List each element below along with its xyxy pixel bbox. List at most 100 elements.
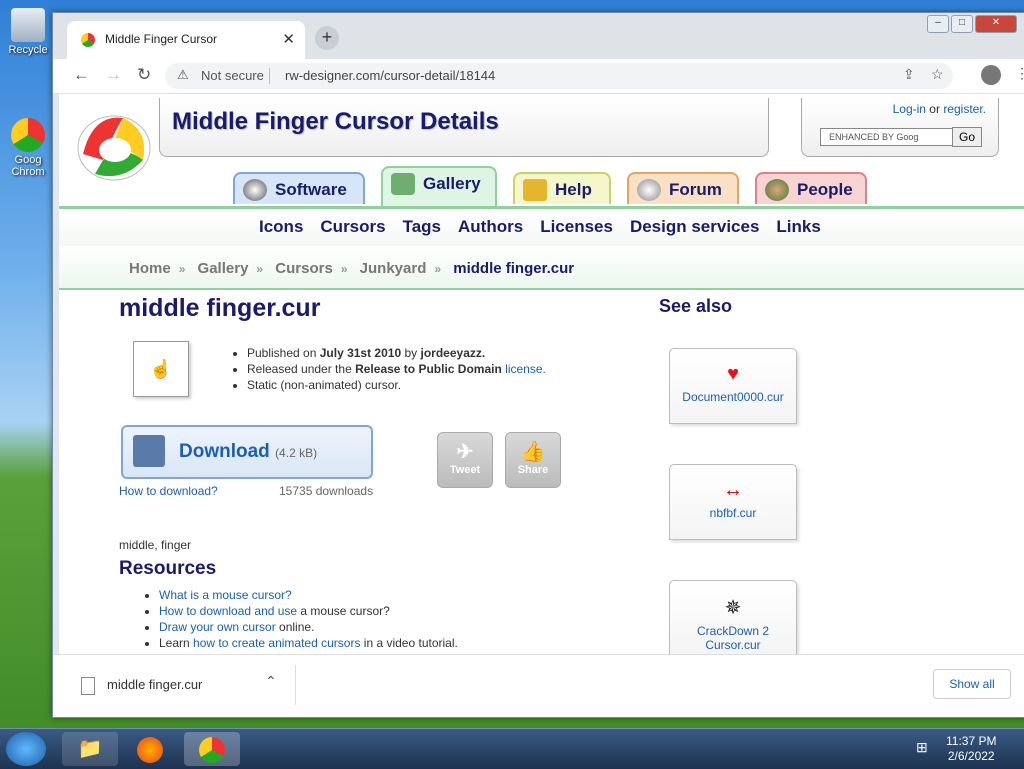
software-disc-icon	[243, 179, 267, 201]
warning-icon: ⚠	[177, 67, 189, 82]
nav-licenses[interactable]: Licenses	[540, 217, 613, 237]
gallery-robot-icon	[391, 173, 415, 195]
crackdown-cursor-icon: ✵	[724, 597, 742, 619]
download-size: (4.2 kB)	[275, 446, 318, 460]
browser-toolbar: ← → ↻ ⚠ Not secure rw-designer.com/curso…	[53, 59, 1024, 94]
see-also-card[interactable]: ↔ nbfbf.cur	[669, 464, 797, 540]
see-also-name[interactable]: Document0000.cur	[670, 390, 796, 404]
url-text[interactable]: rw-designer.com/cursor-detail/18144	[285, 68, 495, 83]
see-also-card[interactable]: ✵ CrackDown 2 Cursor.cur	[669, 580, 797, 654]
resource-link[interactable]: What is a mouse cursor?	[159, 588, 292, 602]
system-clock[interactable]: 11:37 PM 2/6/2022	[946, 734, 996, 764]
tab-strip: Middle Finger Cursor ✕ + – □ ✕	[53, 13, 1024, 59]
tab-help[interactable]: Help	[513, 172, 611, 204]
see-also-card[interactable]: ♥ Document0000.cur	[669, 348, 797, 424]
site-search-input[interactable]: ENHANCED BY Goog	[820, 128, 954, 146]
people-person-icon	[765, 179, 789, 201]
bookmark-star-icon[interactable]: ☆	[931, 66, 944, 83]
chrome-icon	[11, 118, 45, 152]
tab-help-label: Help	[555, 180, 592, 199]
tags-text: middle, finger	[119, 538, 192, 552]
share-icon[interactable]: ⇪	[903, 66, 915, 83]
login-search-box: Log-in or register. ENHANCED BY Goog Go	[801, 98, 999, 157]
maximize-button[interactable]: □	[951, 15, 973, 33]
tab-forum[interactable]: Forum	[627, 172, 739, 204]
tab-software-label: Software	[275, 180, 347, 199]
breadcrumb-separator-icon: »	[434, 262, 442, 276]
downloaded-file-name[interactable]: middle finger.cur	[107, 677, 202, 692]
how-to-download-link[interactable]: How to download?	[119, 484, 218, 498]
share-button[interactable]: 👍 Share	[505, 432, 561, 488]
published-date: July 31st 2010	[319, 346, 402, 360]
nav-cursors[interactable]: Cursors	[320, 217, 385, 237]
tab-forum-label: Forum	[669, 180, 722, 199]
start-button[interactable]	[6, 732, 46, 766]
breadcrumb-junkyard[interactable]: Junkyard	[360, 260, 427, 277]
browser-menu-icon[interactable]: ⋮	[1015, 65, 1024, 82]
help-book-icon	[523, 179, 547, 201]
breadcrumb-cursors[interactable]: Cursors	[275, 260, 333, 277]
cursor-title: middle finger.cur	[119, 294, 321, 322]
show-all-button[interactable]: Show all	[933, 669, 1011, 699]
address-bar[interactable]: ⚠ Not secure rw-designer.com/cursor-deta…	[165, 63, 953, 89]
forward-arrow-icon[interactable]: →	[105, 65, 122, 85]
back-arrow-icon[interactable]: ←	[73, 65, 90, 85]
search-go-button[interactable]: Go	[952, 127, 982, 147]
or-text: or	[929, 102, 940, 116]
profile-avatar-icon[interactable]	[981, 65, 1001, 85]
author-link[interactable]: jordeeyazz.	[421, 346, 486, 360]
resources-list: What is a mouse cursor? How to download …	[147, 588, 458, 652]
license-link[interactable]: license.	[505, 362, 546, 376]
nav-tags[interactable]: Tags	[403, 217, 441, 237]
nav-icons[interactable]: Icons	[259, 217, 303, 237]
register-link[interactable]: register.	[943, 102, 986, 116]
chevron-up-icon[interactable]: ⌃	[265, 673, 277, 690]
browser-tab[interactable]: Middle Finger Cursor ✕	[67, 21, 305, 59]
security-status[interactable]: Not secure	[201, 68, 264, 83]
tab-gallery[interactable]: Gallery	[381, 166, 497, 206]
tab-software[interactable]: Software	[233, 172, 365, 204]
network-icon[interactable]: ⊞	[916, 739, 928, 756]
taskbar-chrome[interactable]	[184, 732, 240, 766]
browser-window: Middle Finger Cursor ✕ + – □ ✕ ← → ↻ ⚠ N…	[52, 12, 1024, 718]
tab-people[interactable]: People	[755, 172, 867, 204]
download-button[interactable]: Download (4.2 kB)	[121, 425, 373, 479]
cursor-info-list: Published on July 31st 2010 by jordeeyaz…	[235, 346, 546, 394]
tab-people-label: People	[797, 180, 853, 199]
close-tab-icon[interactable]: ✕	[282, 30, 295, 48]
recycle-bin-desktop-icon[interactable]: Recycle	[4, 8, 52, 56]
taskbar: 📁 ⊞ 11:37 PM 2/6/2022	[0, 728, 1024, 769]
clock-date: 2/6/2022	[947, 749, 995, 763]
login-link[interactable]: Log-in	[893, 102, 926, 116]
see-also-name[interactable]: CrackDown 2 Cursor.cur	[670, 624, 796, 652]
download-label: Download	[179, 441, 270, 462]
resource-link[interactable]: how to create animated cursors	[193, 636, 360, 650]
resource-link[interactable]: How to download and use	[159, 604, 297, 618]
close-window-button[interactable]: ✕	[975, 15, 1017, 33]
cursor-preview: ☝	[133, 341, 189, 397]
chrome-desktop-icon[interactable]: Goog Chrom	[4, 118, 52, 178]
reload-icon[interactable]: ↻	[137, 65, 151, 85]
chrome-taskbar-icon	[199, 736, 225, 763]
breadcrumb-gallery[interactable]: Gallery	[198, 260, 249, 277]
breadcrumb-home[interactable]: Home	[129, 260, 171, 277]
nav-design-services[interactable]: Design services	[630, 217, 759, 237]
header-title-box: Middle Finger Cursor Details	[159, 98, 769, 157]
taskbar-firefox[interactable]	[122, 732, 178, 766]
resource-text: online.	[275, 620, 315, 634]
minimize-button[interactable]: –	[927, 15, 949, 33]
resource-item: Draw your own cursor online.	[159, 620, 458, 634]
new-tab-button[interactable]: +	[315, 26, 339, 50]
info-published: Published on July 31st 2010 by jordeeyaz…	[247, 346, 546, 360]
resize-arrow-cursor-icon: ↔	[723, 479, 743, 501]
nav-links[interactable]: Links	[776, 217, 820, 237]
released-prefix: Released under the	[247, 362, 352, 376]
breadcrumb-current: middle finger.cur	[453, 260, 575, 277]
hand-cursor-icon: ☝	[149, 359, 173, 379]
taskbar-explorer[interactable]: 📁	[62, 732, 118, 766]
window-controls: – □ ✕	[927, 15, 1017, 33]
resource-link[interactable]: Draw your own cursor	[159, 620, 276, 634]
see-also-name[interactable]: nbfbf.cur	[670, 506, 796, 520]
tweet-button[interactable]: ✈ Tweet	[437, 432, 493, 488]
nav-authors[interactable]: Authors	[458, 217, 523, 237]
